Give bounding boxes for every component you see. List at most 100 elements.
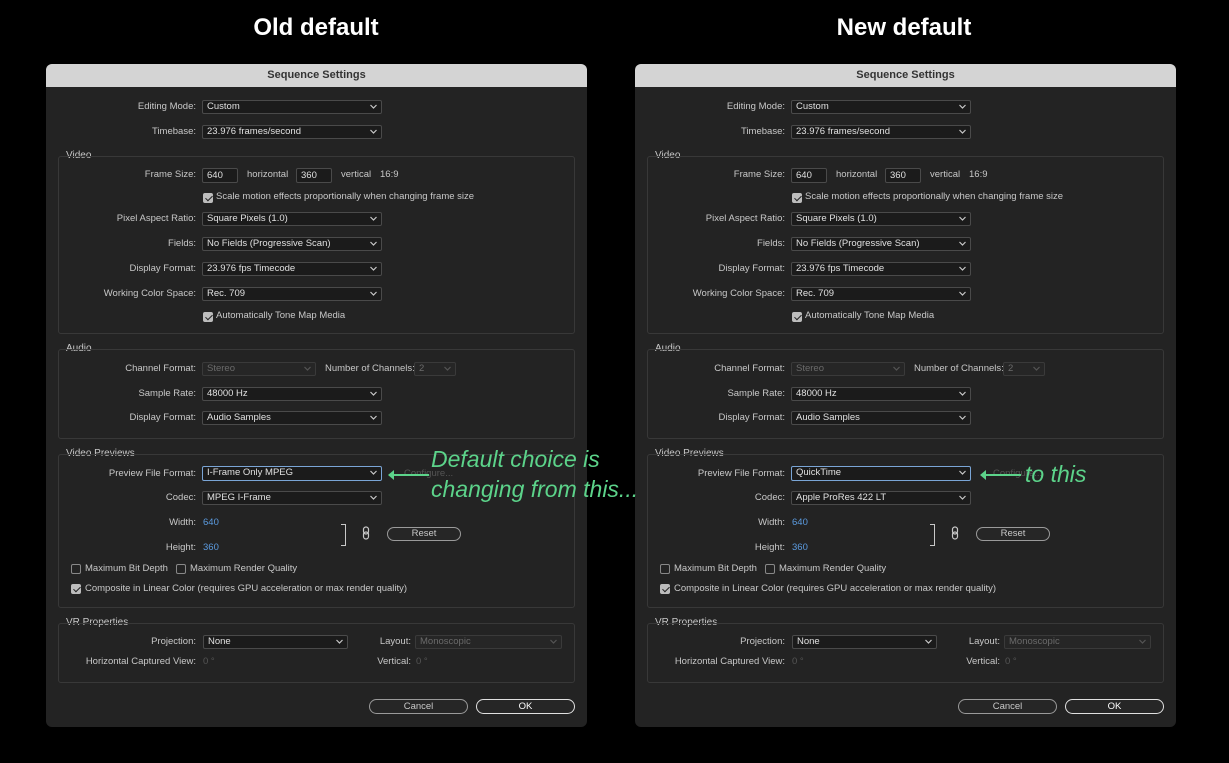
fields-dropdown[interactable]: No Fields (Progressive Scan): [791, 237, 971, 251]
chevron-down-icon: [959, 266, 966, 271]
chain-link-icon[interactable]: [951, 526, 959, 540]
timebase-label: Timebase:: [741, 126, 785, 137]
timebase-dropdown[interactable]: 23.976 frames/second: [791, 125, 971, 139]
num-channels-dropdown[interactable]: 2: [1003, 362, 1045, 376]
fields-value: No Fields (Progressive Scan): [796, 238, 920, 249]
composite-linear-checkbox[interactable]: [660, 584, 670, 594]
working-color-space-dropdown[interactable]: Rec. 709: [791, 287, 971, 301]
dialog-titlebar[interactable]: Sequence Settings: [46, 64, 587, 87]
cancel-button[interactable]: Cancel: [369, 699, 468, 714]
chevron-down-icon: [370, 266, 377, 271]
chevron-down-icon: [370, 129, 377, 134]
preview-file-format-dropdown[interactable]: QuickTime: [791, 466, 971, 481]
scale-motion-label: Scale motion effects proportionally when…: [216, 191, 475, 202]
dialog-titlebar[interactable]: Sequence Settings: [635, 64, 1176, 87]
scale-motion-label: Scale motion effects proportionally when…: [805, 191, 1064, 202]
projection-value: None: [208, 636, 231, 647]
editing-mode-dropdown[interactable]: Custom: [791, 100, 971, 114]
horizontal-captured-view-value[interactable]: 0 °: [203, 656, 215, 667]
annotation-old-line2: changing from this...: [431, 476, 639, 502]
tone-map-label: Automatically Tone Map Media: [216, 310, 346, 321]
reset-button[interactable]: Reset: [387, 527, 461, 541]
codec-dropdown[interactable]: MPEG I-Frame: [202, 491, 382, 505]
chevron-down-icon: [959, 415, 966, 420]
display-format-value: 23.976 fps Timecode: [796, 263, 885, 274]
preview-file-format-dropdown[interactable]: I-Frame Only MPEG: [202, 466, 382, 481]
codec-dropdown[interactable]: Apple ProRes 422 LT: [791, 491, 971, 505]
ok-button[interactable]: OK: [1065, 699, 1164, 714]
editing-mode-dropdown[interactable]: Custom: [202, 100, 382, 114]
heading-old-default: Old default: [253, 14, 379, 41]
tone-map-checkbox[interactable]: [792, 312, 802, 322]
par-value: Square Pixels (1.0): [207, 213, 288, 224]
frame-height-field[interactable]: 360: [296, 168, 332, 183]
sample-rate-dropdown[interactable]: 48000 Hz: [202, 387, 382, 401]
num-channels-dropdown[interactable]: 2: [414, 362, 456, 376]
scale-motion-checkbox[interactable]: [203, 193, 213, 203]
ok-button[interactable]: OK: [476, 699, 575, 714]
preview-height-label: Height:: [165, 542, 196, 553]
channel-format-dropdown[interactable]: Stereo: [791, 362, 905, 376]
audio-display-format-dropdown[interactable]: Audio Samples: [202, 411, 382, 425]
timebase-value: 23.976 frames/second: [207, 126, 302, 137]
audio-display-format-dropdown[interactable]: Audio Samples: [791, 411, 971, 425]
preview-height-label: Height:: [754, 542, 785, 553]
vr-vertical-value[interactable]: 0 °: [416, 656, 428, 667]
editing-mode-label: Editing Mode:: [137, 101, 196, 112]
max-bit-depth-label: Maximum Bit Depth: [674, 563, 757, 574]
horizontal-captured-view-value[interactable]: 0 °: [792, 656, 804, 667]
num-channels-value: 2: [1008, 363, 1014, 374]
frame-width-field[interactable]: 640: [202, 168, 238, 183]
working-color-space-dropdown[interactable]: Rec. 709: [202, 287, 382, 301]
heading-new-default: New default: [836, 14, 972, 41]
projection-dropdown[interactable]: None: [792, 635, 937, 649]
tone-map-label: Automatically Tone Map Media: [805, 310, 935, 321]
timebase-dropdown[interactable]: 23.976 frames/second: [202, 125, 382, 139]
max-bit-depth-checkbox[interactable]: [660, 564, 670, 574]
preview-height-value[interactable]: 360: [792, 542, 808, 553]
working-color-space-label: Working Color Space:: [692, 288, 785, 299]
max-render-quality-checkbox[interactable]: [176, 564, 186, 574]
preview-width-value[interactable]: 640: [203, 517, 219, 528]
timebase-value: 23.976 frames/second: [796, 126, 891, 137]
tone-map-checkbox[interactable]: [203, 312, 213, 322]
annotation-old-line1: Default choice is: [431, 446, 600, 472]
sample-rate-dropdown[interactable]: 48000 Hz: [791, 387, 971, 401]
max-bit-depth-checkbox[interactable]: [71, 564, 81, 574]
layout-dropdown[interactable]: Monoscopic: [415, 635, 562, 649]
reset-button[interactable]: Reset: [976, 527, 1050, 541]
editing-mode-value: Custom: [796, 101, 829, 112]
chevron-down-icon: [959, 291, 966, 296]
scale-motion-checkbox[interactable]: [792, 193, 802, 203]
vertical-label: vertical: [341, 169, 372, 180]
chevron-down-icon: [959, 391, 966, 396]
display-format-dropdown[interactable]: 23.976 fps Timecode: [791, 262, 971, 276]
sequence-settings-dialog-old: Sequence Settings Editing Mode: Custom T…: [46, 64, 587, 727]
layout-dropdown[interactable]: Monoscopic: [1004, 635, 1151, 649]
projection-label: Projection:: [151, 636, 196, 647]
display-format-dropdown[interactable]: 23.976 fps Timecode: [202, 262, 382, 276]
vr-vertical-value[interactable]: 0 °: [1005, 656, 1017, 667]
preview-height-value[interactable]: 360: [203, 542, 219, 553]
layout-label: Layout:: [379, 636, 411, 647]
cancel-button[interactable]: Cancel: [958, 699, 1057, 714]
arrow-left-icon: [388, 470, 429, 480]
frame-height-field[interactable]: 360: [885, 168, 921, 183]
projection-label: Projection:: [740, 636, 785, 647]
projection-value: None: [797, 636, 820, 647]
preview-width-value[interactable]: 640: [792, 517, 808, 528]
frame-width-field[interactable]: 640: [791, 168, 827, 183]
horizontal-label: horizontal: [247, 169, 289, 180]
chevron-down-icon: [336, 639, 343, 644]
max-render-quality-checkbox[interactable]: [765, 564, 775, 574]
fields-dropdown[interactable]: No Fields (Progressive Scan): [202, 237, 382, 251]
composite-linear-checkbox[interactable]: [71, 584, 81, 594]
channel-format-dropdown[interactable]: Stereo: [202, 362, 316, 376]
dimension-bracket: [930, 524, 935, 546]
chevron-down-icon: [370, 241, 377, 246]
chain-link-icon[interactable]: [362, 526, 370, 540]
par-dropdown[interactable]: Square Pixels (1.0): [791, 212, 971, 226]
fields-value: No Fields (Progressive Scan): [207, 238, 331, 249]
projection-dropdown[interactable]: None: [203, 635, 348, 649]
par-dropdown[interactable]: Square Pixels (1.0): [202, 212, 382, 226]
